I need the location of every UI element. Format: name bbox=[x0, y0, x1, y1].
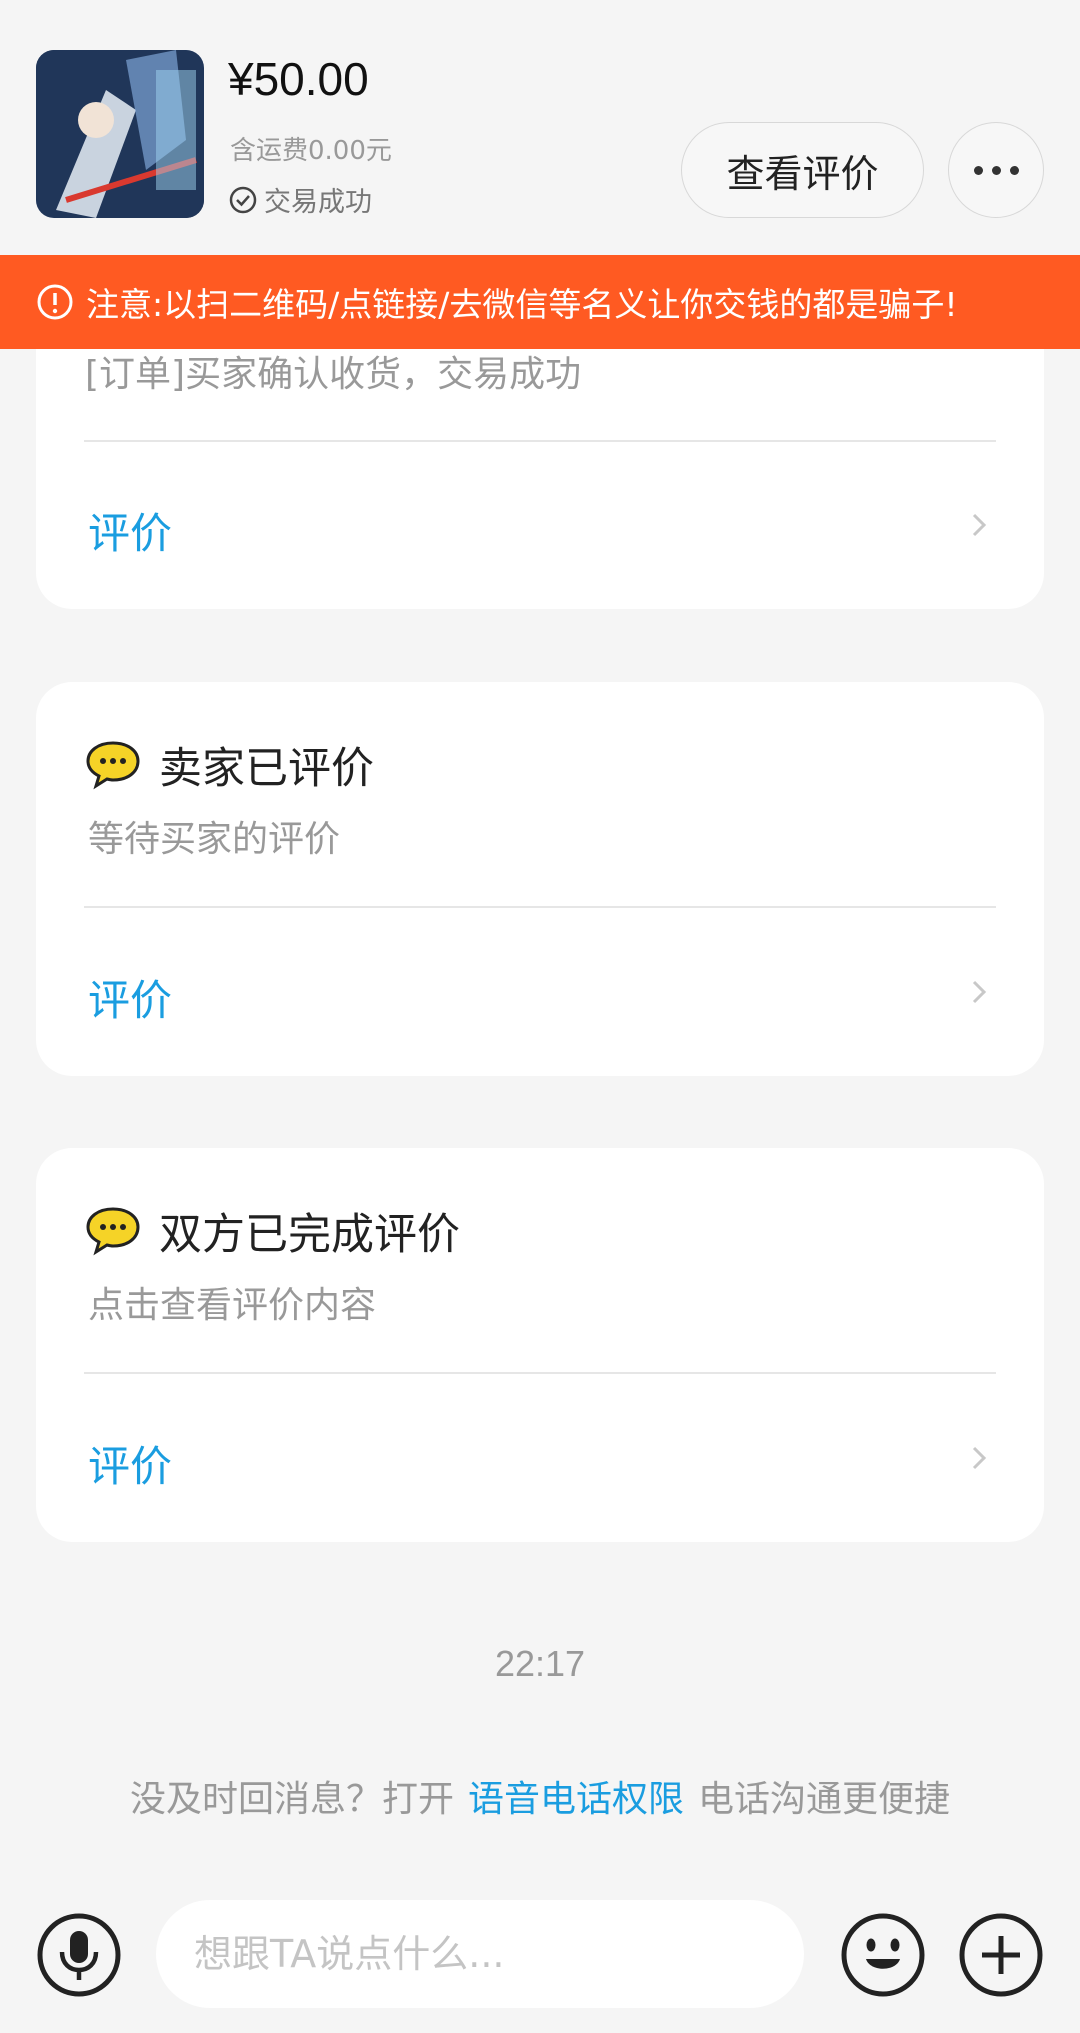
review-link[interactable]: 评价 bbox=[88, 1433, 172, 1494]
review-link[interactable]: 评价 bbox=[88, 500, 172, 561]
divider bbox=[84, 906, 996, 908]
price: ¥50.00 bbox=[228, 53, 369, 105]
review-link[interactable]: 评价 bbox=[88, 967, 172, 1028]
card-header: 双方已完成评价 bbox=[85, 1200, 460, 1262]
both-reviewed-card[interactable]: 双方已完成评价 点击查看评价内容 评价 bbox=[36, 1148, 1044, 1542]
plus-circle-icon[interactable] bbox=[958, 1912, 1044, 1998]
smiley-icon[interactable] bbox=[840, 1912, 926, 1998]
order-status-label: 交易成功 bbox=[264, 187, 372, 218]
chat-bubble-icon bbox=[86, 1207, 140, 1256]
card-title: 卖家已评价 bbox=[159, 744, 374, 794]
divider bbox=[84, 440, 996, 442]
tip-text-after: 电话沟通更便捷 bbox=[698, 1779, 951, 1820]
microphone-icon[interactable] bbox=[36, 1912, 122, 1998]
card-title: 双方已完成评价 bbox=[159, 1210, 460, 1260]
divider bbox=[84, 1372, 996, 1374]
alert-circle-icon bbox=[37, 284, 73, 320]
card-header: 卖家已评价 bbox=[85, 734, 374, 796]
more-dots-icon[interactable] bbox=[948, 122, 1044, 218]
shipping-fee: 含运费0.00元 bbox=[230, 136, 392, 166]
product-image bbox=[36, 50, 204, 218]
message-input[interactable] bbox=[156, 1900, 804, 2008]
voice-call-tip: 没及时回消息？打开 语音电话权限 电话沟通更便捷 bbox=[0, 1770, 1080, 1822]
card-subtitle: 点击查看评价内容 bbox=[88, 1285, 377, 1326]
card-subtitle: [订单]买家确认收货，交易成功 bbox=[85, 354, 582, 395]
seller-reviewed-card[interactable]: 卖家已评价 等待买家的评价 评价 bbox=[36, 682, 1044, 1076]
voice-permission-link[interactable]: 语音电话权限 bbox=[468, 1779, 684, 1820]
chevron-right-icon[interactable] bbox=[966, 512, 992, 538]
chat-page: ¥50.00 含运费0.00元 交易成功 查看评价 [订单]买家确认收货，交易成… bbox=[0, 0, 1080, 2033]
tip-text-before: 没及时回消息？打开 bbox=[129, 1779, 454, 1820]
card-subtitle: 等待买家的评价 bbox=[88, 819, 341, 860]
check-circle-icon bbox=[229, 186, 257, 213]
message-timestamp: 22:17 bbox=[494, 1643, 586, 1684]
chat-bubble-icon bbox=[86, 741, 140, 790]
fraud-warning-banner: 注意:以扫二维码/点链接/去微信等名义让你交钱的都是骗子! bbox=[0, 255, 1080, 349]
order-header: ¥50.00 含运费0.00元 交易成功 查看评价 bbox=[0, 0, 1080, 255]
view-review-button[interactable]: 查看评价 bbox=[681, 122, 924, 218]
warning-text: 注意:以扫二维码/点链接/去微信等名义让你交钱的都是骗子! bbox=[86, 285, 958, 324]
chevron-right-icon[interactable] bbox=[966, 1445, 992, 1471]
product-thumbnail[interactable] bbox=[36, 50, 204, 218]
order-status: 交易成功 bbox=[228, 180, 372, 219]
chevron-right-icon[interactable] bbox=[966, 979, 992, 1005]
